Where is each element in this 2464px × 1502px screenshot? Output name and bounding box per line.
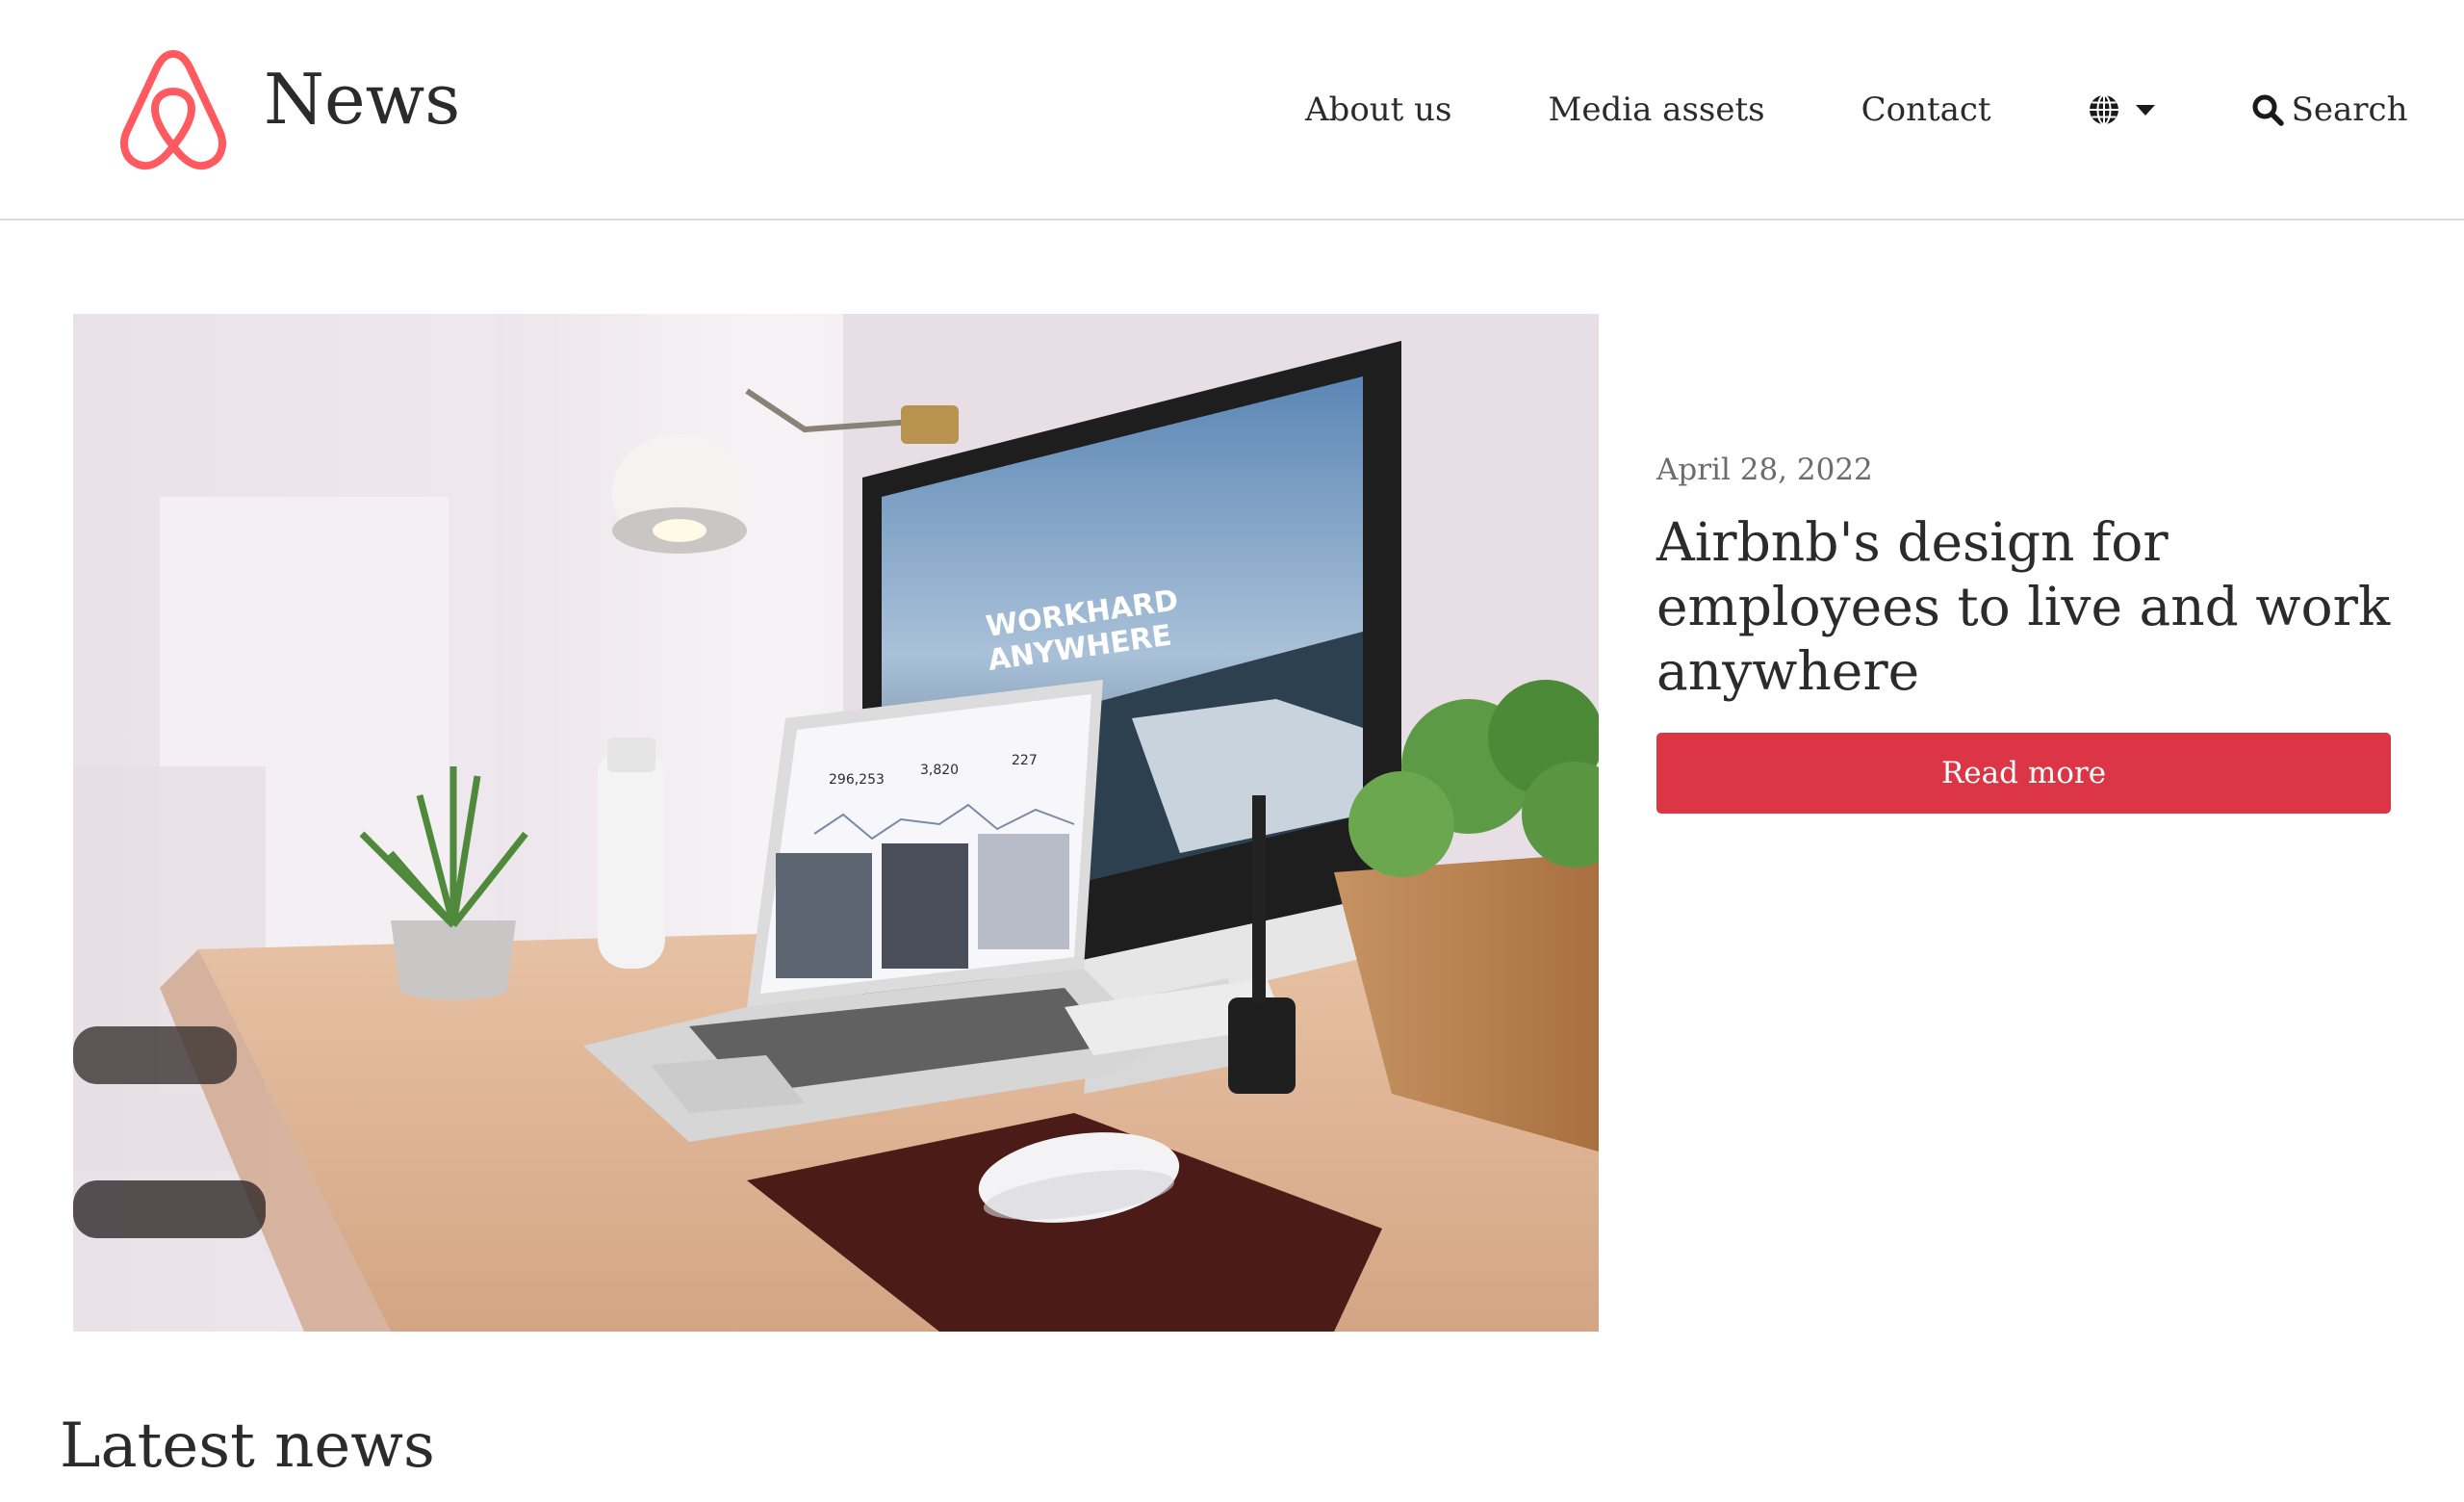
laptop-stat-2: 3,820 [920,763,959,778]
site-header: News About us Media assets Contact Searc… [0,0,2464,220]
language-dropdown[interactable] [2088,93,2155,126]
search-icon [2252,94,2284,126]
laptop-stat-3: 227 [1012,753,1038,768]
laptop-stat-1: 296,253 [829,772,885,788]
nav-about-us[interactable]: About us [1305,91,1452,129]
article-headline[interactable]: Airbnb's design for employees to live an… [1656,510,2391,704]
featured-article: April 28, 2022 Airbnb's design for emplo… [1656,453,2391,814]
airbnb-logo-icon[interactable] [114,46,233,173]
workspace-photo: WORKHARD ANYWHERE 296,253 3,820 227 [73,314,1599,1332]
nav-media-assets[interactable]: Media assets [1549,91,1765,129]
site-title: News [264,59,461,140]
main-nav: About us Media assets Contact Search [1305,81,2408,139]
brand[interactable]: News [114,46,460,173]
globe-icon [2089,94,2118,125]
article-date: April 28, 2022 [1656,453,1873,487]
featured-image[interactable]: WORKHARD ANYWHERE 296,253 3,820 227 [73,314,1599,1332]
chevron-down-icon [2135,104,2155,116]
search-label: Search [2291,91,2408,129]
nav-contact[interactable]: Contact [1861,91,1991,129]
read-more-button[interactable]: Read more [1656,733,2391,814]
latest-news-heading: Latest news [60,1411,435,1482]
search-button[interactable]: Search [2251,91,2408,129]
